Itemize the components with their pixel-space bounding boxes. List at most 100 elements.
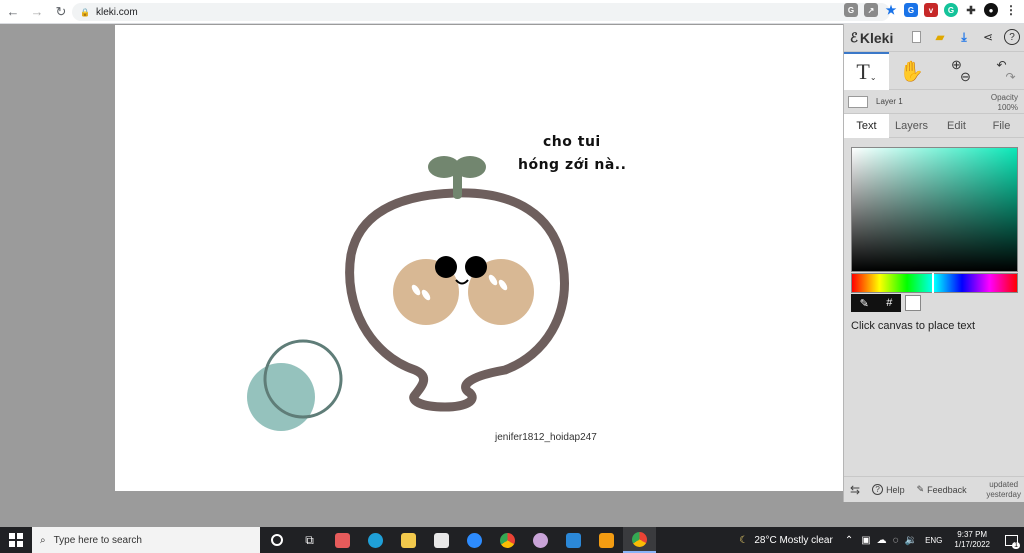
layer-row[interactable]: Layer 1 Opacity 100% bbox=[844, 90, 1024, 114]
updated-line-2: yesterday bbox=[986, 490, 1021, 499]
notification-center-icon[interactable]: 1 bbox=[998, 527, 1024, 553]
layer-name: Layer 1 bbox=[876, 97, 903, 106]
extension-grammarly-icon[interactable]: G bbox=[944, 3, 958, 17]
tool-row: T ⌄ ✋ ⊕ ⊖ ↶ ↷ bbox=[844, 52, 1024, 90]
layer-thumbnail bbox=[848, 95, 868, 108]
hue-slider[interactable] bbox=[851, 273, 1018, 293]
forward-arrow-icon[interactable]: → bbox=[26, 1, 48, 23]
store-icon[interactable] bbox=[425, 527, 458, 553]
panel-header: ℰ Kleki ▰ ⤓ ⋖ ? bbox=[844, 24, 1024, 52]
kleki-logo-icon: ℰ bbox=[850, 29, 858, 45]
kleki-panel: ℰ Kleki ▰ ⤓ ⋖ ? T ⌄ ✋ ⊕ ⊖ ↶ ↷ Layer 1 Op… bbox=[843, 24, 1024, 502]
chrome-active-icon[interactable] bbox=[623, 527, 656, 553]
swap-icon[interactable]: ⇆ bbox=[844, 483, 866, 497]
mouth bbox=[455, 279, 469, 285]
redo-icon[interactable]: ↷ bbox=[1005, 71, 1015, 83]
volume-icon[interactable]: 🔉 bbox=[905, 535, 917, 546]
teal-filled-circle bbox=[247, 363, 315, 431]
text-tool-icon: T bbox=[856, 59, 870, 84]
translate-icon[interactable]: G bbox=[844, 3, 858, 17]
menu-dots-icon[interactable]: ⋮ bbox=[1004, 3, 1018, 17]
tab-layers[interactable]: Layers bbox=[889, 114, 934, 138]
back-arrow-icon[interactable]: ← bbox=[2, 1, 24, 23]
hue-slider-handle[interactable] bbox=[932, 273, 934, 293]
file-explorer-icon[interactable] bbox=[392, 527, 425, 553]
hand-tool-icon[interactable]: ✋ bbox=[889, 52, 934, 90]
eyedropper-icon[interactable]: ✎ bbox=[860, 297, 869, 310]
text-tool-button[interactable]: T ⌄ bbox=[844, 52, 889, 90]
extension-vpn-icon[interactable]: v bbox=[924, 3, 938, 17]
opacity-display[interactable]: Opacity 100% bbox=[991, 93, 1018, 113]
extensions-puzzle-icon[interactable]: ✚ bbox=[964, 3, 978, 17]
clock-time: 9:37 PM bbox=[957, 530, 988, 539]
system-tray: ☾ 28°C Mostly clear ⌃ ▣ ☁ ◌ 🔉 ENG 9:37 P… bbox=[739, 527, 1024, 553]
clock[interactable]: 9:37 PM 1/17/2022 bbox=[946, 530, 998, 550]
undo-redo-buttons: ↶ ↷ bbox=[979, 52, 1024, 90]
download-icon[interactable]: ⤓ bbox=[956, 29, 972, 45]
tray-app-icon[interactable]: ▣ bbox=[861, 535, 870, 546]
taskbar-search-input[interactable]: ⌕ Type here to search bbox=[32, 527, 260, 553]
help-link[interactable]: ? Help bbox=[866, 484, 911, 495]
windows-start-icon[interactable] bbox=[0, 527, 32, 553]
search-placeholder: Type here to search bbox=[53, 534, 142, 546]
speech-line-2: hóng zới nà.. bbox=[518, 157, 627, 173]
tab-text[interactable]: Text bbox=[844, 114, 889, 138]
panel-tabs: Text Layers Edit File bbox=[844, 114, 1024, 138]
windows-taskbar: ⌕ Type here to search ⧉ ☾ 28°C Mostly cl… bbox=[0, 527, 1024, 553]
kleki-logo[interactable]: ℰ Kleki bbox=[850, 30, 893, 46]
hex-input-button[interactable]: # bbox=[886, 297, 892, 309]
open-folder-icon[interactable]: ▰ bbox=[932, 29, 948, 45]
updated-note[interactable]: updated yesterday bbox=[986, 480, 1021, 500]
sprout-stem bbox=[453, 171, 462, 199]
tab-file[interactable]: File bbox=[979, 114, 1024, 138]
extension-translate-icon[interactable]: G bbox=[904, 3, 918, 17]
search-icon: ⌕ bbox=[40, 534, 46, 546]
language-indicator[interactable]: ENG bbox=[925, 536, 942, 545]
notification-count: 1 bbox=[1012, 542, 1020, 549]
clock-date: 1/17/2022 bbox=[954, 540, 990, 549]
app-orange-icon[interactable] bbox=[590, 527, 623, 553]
task-view-icon[interactable]: ⧉ bbox=[293, 527, 326, 553]
primary-color-swatch[interactable]: ✎ # bbox=[851, 294, 901, 312]
zoom-out-icon[interactable]: ⊖ bbox=[960, 70, 971, 83]
weather-moon-icon: ☾ bbox=[739, 534, 749, 546]
new-file-icon[interactable] bbox=[908, 29, 924, 45]
share-icon[interactable]: ⋖ bbox=[980, 29, 996, 45]
help-circle-icon[interactable]: ? bbox=[1004, 29, 1020, 45]
panel-footer: ⇆ ? Help ✎ Feedback updated yesterday bbox=[844, 476, 1024, 502]
app-pinned-icon[interactable] bbox=[326, 527, 359, 553]
eye-right bbox=[465, 256, 487, 278]
chrome-icon[interactable] bbox=[491, 527, 524, 553]
url-text: kleki.com bbox=[95, 6, 138, 18]
network-icon[interactable]: ◌ bbox=[893, 535, 899, 546]
color-picker-area[interactable] bbox=[851, 147, 1018, 272]
updated-line-1: updated bbox=[989, 480, 1019, 489]
browser-toolbar: ← → ↻ 🔒 kleki.com G ↗ ★ G v G ✚ ● ⋮ bbox=[0, 0, 1024, 24]
feedback-label: Feedback bbox=[927, 484, 967, 495]
eye-left bbox=[435, 256, 457, 278]
mail-icon[interactable] bbox=[557, 527, 590, 553]
reload-icon[interactable]: ↻ bbox=[50, 1, 72, 23]
zoom-buttons: ⊕ ⊖ bbox=[934, 52, 979, 90]
cortana-icon[interactable] bbox=[260, 527, 293, 553]
color-swatches: ✎ # bbox=[851, 294, 921, 312]
drawing-canvas[interactable]: cho tui hóng zới nà.. jenifer1812_hoidap… bbox=[115, 25, 843, 491]
paint-icon[interactable] bbox=[524, 527, 557, 553]
profile-avatar-icon[interactable]: ● bbox=[984, 3, 998, 17]
bookmark-star-icon[interactable]: ★ bbox=[884, 3, 898, 17]
edge-icon[interactable] bbox=[359, 527, 392, 553]
onedrive-cloud-icon[interactable]: ☁ bbox=[877, 535, 887, 546]
canvas-area[interactable]: cho tui hóng zới nà.. jenifer1812_hoidap… bbox=[0, 24, 843, 502]
watermark-text: jenifer1812_hoidap247 bbox=[495, 432, 597, 443]
opacity-label: Opacity bbox=[990, 93, 1018, 102]
tab-edit[interactable]: Edit bbox=[934, 114, 979, 138]
share-page-icon[interactable]: ↗ bbox=[864, 3, 878, 17]
secondary-color-swatch[interactable] bbox=[905, 295, 921, 311]
chevron-up-icon[interactable]: ⌃ bbox=[845, 535, 853, 546]
address-bar[interactable]: 🔒 kleki.com bbox=[72, 3, 890, 21]
feedback-link[interactable]: ✎ Feedback bbox=[911, 484, 973, 495]
kleki-logo-text: Kleki bbox=[859, 29, 894, 46]
weather-text[interactable]: 28°C Mostly clear bbox=[754, 535, 832, 546]
feedback-icon: ✎ bbox=[916, 484, 925, 494]
zoom-icon[interactable] bbox=[458, 527, 491, 553]
